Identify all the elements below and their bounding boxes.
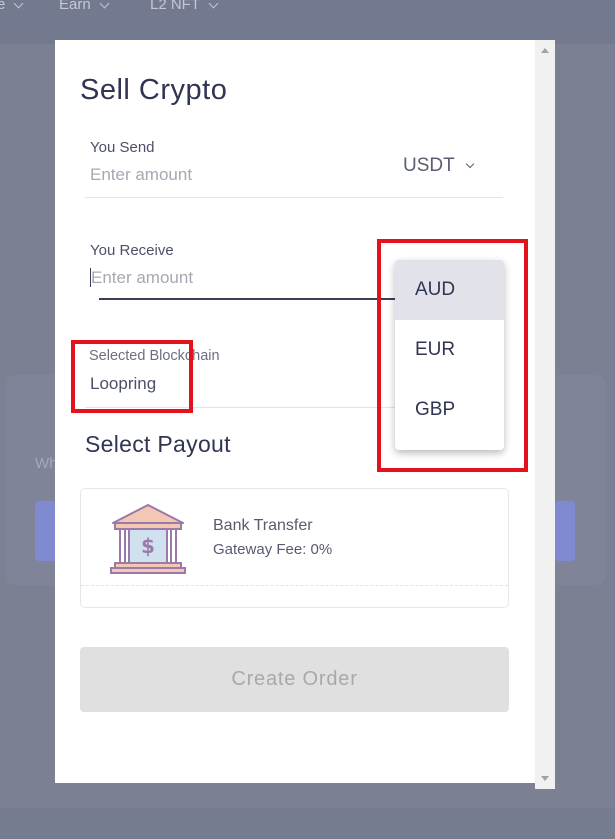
background-footer [0,808,615,839]
modal-scrollbar[interactable] [535,40,555,789]
create-order-button[interactable]: Create Order [80,647,509,712]
receive-label: You Receive [90,242,174,259]
nav-item-label: Earn [59,0,91,13]
scroll-up-arrow-icon[interactable] [541,48,549,53]
send-label: You Send [90,139,155,156]
nav-item-l2-nft[interactable]: L2 NFT [150,0,219,14]
receive-amount-input[interactable]: Enter amount [91,268,193,288]
chevron-down-icon [208,0,219,9]
modal-title: Sell Crypto [80,74,228,106]
payout-heading: Select Payout [85,431,231,457]
nav-item-partial[interactable]: e [0,0,24,14]
background-top-nav: e Earn L2 NFT [0,0,615,44]
nav-item-label: L2 NFT [150,0,201,13]
chevron-down-icon [99,0,110,9]
chevron-down-icon [465,159,474,169]
payout-gateway-fee: Gateway Fee: 0% [213,541,333,558]
scroll-down-arrow-icon[interactable] [541,776,549,781]
send-currency-value: USDT [403,155,455,176]
svg-text:$: $ [141,534,155,558]
send-amount-input[interactable]: Enter amount [90,165,192,185]
send-field-divider [85,197,503,198]
send-currency-select[interactable]: USDT [403,155,474,177]
blockchain-highlight-box [71,340,193,413]
nav-item-earn[interactable]: Earn [59,0,110,14]
payout-card-divider [81,585,508,586]
chevron-down-icon [13,0,24,9]
payout-option-bank-transfer[interactable]: $ Bank Transfer Gateway Fee: 0% [80,488,509,608]
bank-icon: $ [109,501,187,575]
receive-field-active-underline [99,298,395,300]
payout-method-name: Bank Transfer [213,517,313,534]
background-button-right [555,501,575,561]
dropdown-highlight-box [377,239,528,472]
nav-item-label: e [0,0,6,13]
